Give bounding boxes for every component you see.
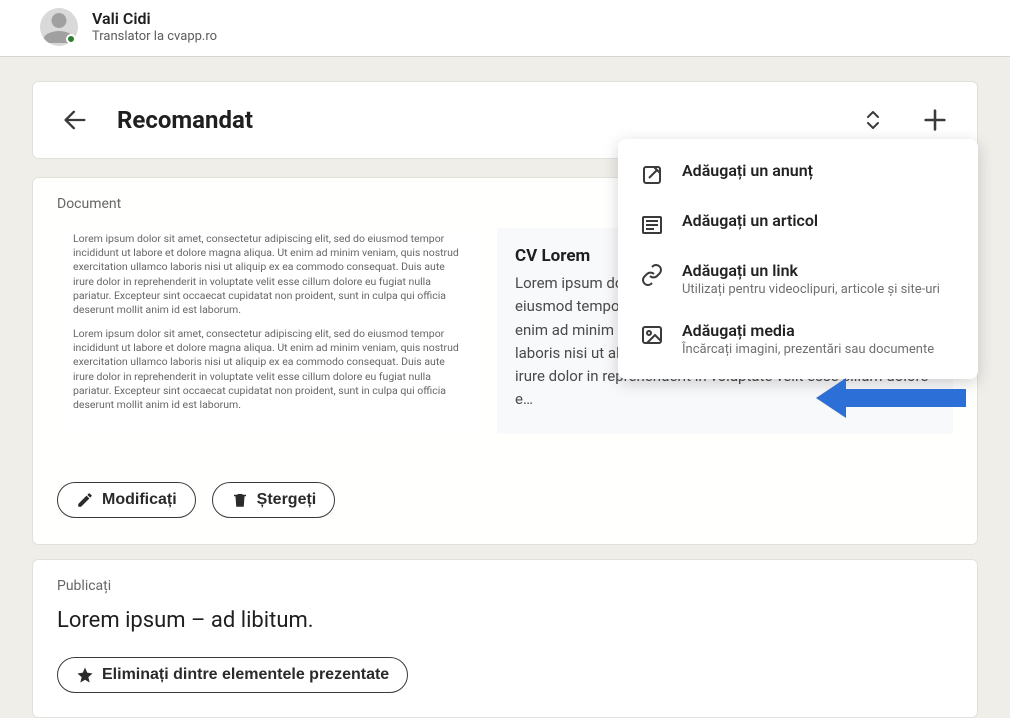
dropdown-item-title: Adăugați media xyxy=(682,321,934,340)
profile-name[interactable]: Vali Cidi xyxy=(92,9,217,29)
remove-featured-button[interactable]: Eliminați dintre elementele prezentate xyxy=(57,657,408,693)
thumb-paragraph: Lorem ipsum dolor sit amet, consectetur … xyxy=(73,327,461,412)
dropdown-item-add-media[interactable]: Adăugați media Încărcați imagini, prezen… xyxy=(618,309,978,369)
modify-button-label: Modificați xyxy=(102,491,177,509)
link-icon xyxy=(640,263,664,287)
reorder-button[interactable] xyxy=(857,104,889,136)
dropdown-item-add-post[interactable]: Adăugați un anunț xyxy=(618,149,978,199)
document-thumbnail: Lorem ipsum dolor sit amet, consectetur … xyxy=(57,228,477,434)
back-button[interactable] xyxy=(57,102,93,138)
dropdown-item-title: Adăugați un link xyxy=(682,261,940,280)
publish-card: Publicați Lorem ipsum – ad libitum. Elim… xyxy=(32,559,978,718)
arrow-left-icon xyxy=(61,106,89,134)
thumb-paragraph: Lorem ipsum dolor sit amet, consectetur … xyxy=(73,232,461,317)
publish-label: Publicați xyxy=(57,578,953,594)
avatar[interactable] xyxy=(40,8,78,46)
add-button[interactable] xyxy=(917,102,953,138)
delete-button-label: Ștergeți xyxy=(257,491,317,509)
page-title: Recomandat xyxy=(117,106,253,134)
pencil-icon xyxy=(76,491,94,509)
publish-text: Lorem ipsum – ad libitum. xyxy=(57,608,953,633)
presence-dot-icon xyxy=(66,34,76,44)
modify-button[interactable]: Modificați xyxy=(57,482,196,518)
chevrons-updown-icon xyxy=(861,108,885,132)
dropdown-item-subtitle: Încărcați imagini, prezentări sau docume… xyxy=(682,342,934,357)
dropdown-item-add-article[interactable]: Adăugați un articol xyxy=(618,199,978,249)
star-icon xyxy=(76,666,94,684)
dropdown-item-title: Adăugați un anunț xyxy=(682,161,813,180)
profile-bar: Vali Cidi Translator la cvapp.ro xyxy=(0,0,1010,57)
profile-subtitle: Translator la cvapp.ro xyxy=(92,29,217,45)
delete-button[interactable]: Ștergeți xyxy=(212,482,336,518)
dropdown-item-add-link[interactable]: Adăugați un link Utilizați pentru videoc… xyxy=(618,249,978,309)
dropdown-item-title: Adăugați un articol xyxy=(682,211,818,230)
compose-icon xyxy=(640,163,664,187)
trash-icon xyxy=(231,491,249,509)
plus-icon xyxy=(921,106,949,134)
add-dropdown: Adăugați un anunț Adăugați un articol Ad… xyxy=(618,139,978,379)
remove-featured-label: Eliminați dintre elementele prezentate xyxy=(102,666,389,684)
image-icon xyxy=(640,323,664,347)
dropdown-item-subtitle: Utilizați pentru videoclipuri, articole … xyxy=(682,282,940,297)
article-icon xyxy=(640,213,664,237)
